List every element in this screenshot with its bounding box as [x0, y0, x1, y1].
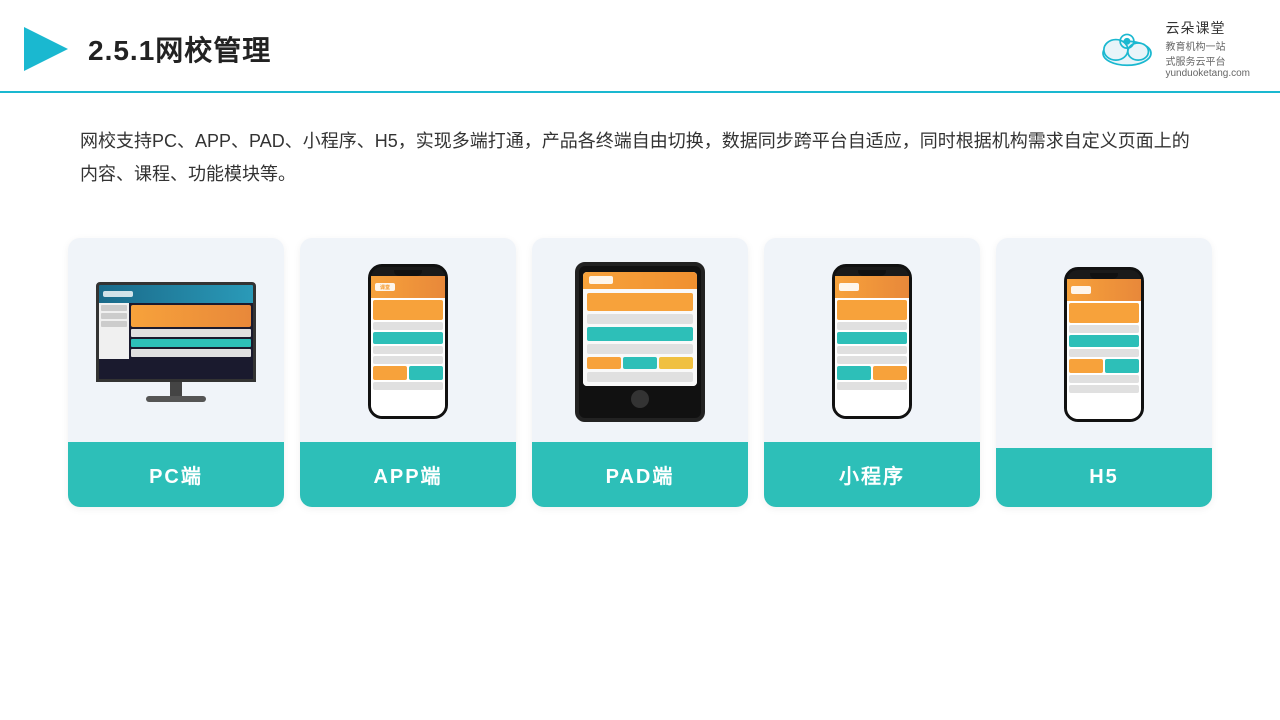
logo-name: 云朵课堂 [1165, 18, 1225, 38]
card-miniapp-image [764, 238, 980, 442]
logo-cloud-icon [1097, 27, 1157, 71]
description-text: 网校支持PC、APP、PAD、小程序、H5，实现多端打通，产品各终端自由切换，数… [0, 93, 1280, 192]
logo-sub2: 式服务云平台 [1165, 53, 1225, 68]
logo-sub1: 教育机构一站 [1165, 38, 1225, 53]
card-pad[interactable]: PAD端 [532, 238, 748, 507]
header-left: 2.5.1网校管理 [20, 23, 271, 75]
card-pad-image [532, 238, 748, 442]
phone-app-icon: 课堂 [368, 264, 448, 419]
phone-miniapp-icon [832, 264, 912, 419]
card-app-label: APP端 [300, 442, 516, 507]
card-app[interactable]: 课堂 [300, 238, 516, 507]
card-h5-label: H5 [996, 448, 1212, 507]
card-h5-image [996, 238, 1212, 448]
cards-container: PC端 课堂 [0, 202, 1280, 507]
card-miniapp[interactable]: 小程序 [764, 238, 980, 507]
play-icon [20, 23, 72, 75]
page-title: 2.5.1网校管理 [88, 29, 271, 69]
card-app-image: 课堂 [300, 238, 516, 442]
phone-h5-icon [1064, 267, 1144, 422]
logo-domain: yunduoketang.com [1165, 68, 1250, 79]
card-pc[interactable]: PC端 [68, 238, 284, 507]
card-pc-image [68, 238, 284, 442]
card-miniapp-label: 小程序 [764, 442, 980, 507]
card-h5[interactable]: H5 [996, 238, 1212, 507]
header: 2.5.1网校管理 云朵课堂 教育机构一站 式服务云平台 yunduoketan… [0, 0, 1280, 93]
tablet-pad-icon [575, 262, 705, 422]
logo-area: 云朵课堂 教育机构一站 式服务云平台 yunduoketang.com [1097, 18, 1250, 79]
card-pad-label: PAD端 [532, 442, 748, 507]
pc-monitor-icon [96, 282, 256, 402]
card-pc-label: PC端 [68, 442, 284, 507]
logo-text-area: 云朵课堂 教育机构一站 式服务云平台 yunduoketang.com [1165, 18, 1250, 79]
